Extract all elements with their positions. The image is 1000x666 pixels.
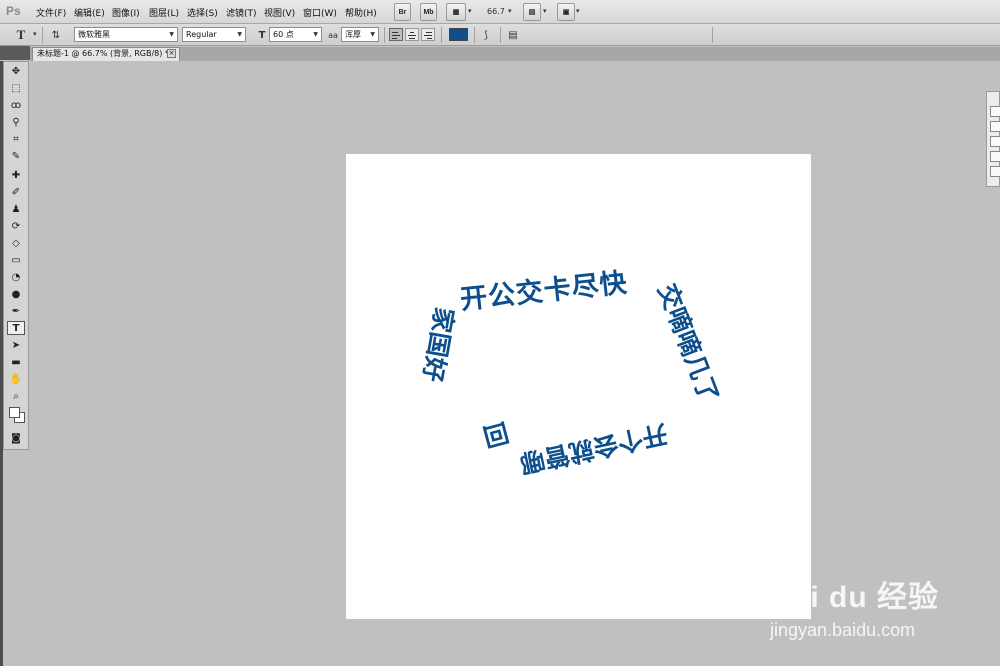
font-size-value: 60 点 xyxy=(273,30,294,39)
font-family-select[interactable]: 微软雅黑 ▼ xyxy=(74,27,178,42)
panel-icon[interactable] xyxy=(990,106,1000,117)
menu-layer[interactable]: 图层(L) xyxy=(149,6,179,19)
menu-select[interactable]: 选择(S) xyxy=(187,6,218,19)
screen-mode-button[interactable]: ▣ xyxy=(557,3,575,21)
blur-tool-icon[interactable]: ◔ xyxy=(7,271,25,285)
menu-image[interactable]: 图像(I) xyxy=(112,6,140,19)
eraser-tool-icon[interactable]: ◇ xyxy=(7,237,25,251)
panel-icon[interactable] xyxy=(990,136,1000,147)
baidu-jingyan-watermark: Bai du 经验 jingyan.baidu.com xyxy=(770,560,1000,666)
antialias-icon: aa xyxy=(328,30,338,40)
canvas-text-line-left[interactable]: 家国好 xyxy=(416,305,464,385)
arrange-icon: ▤ xyxy=(528,9,536,16)
divider xyxy=(474,27,475,43)
menu-file[interactable]: 文件(F) xyxy=(36,6,66,19)
canvas-text-line-right[interactable]: 交嘀嘀几了 xyxy=(650,278,728,408)
watermark-brand: Bai du 经验 xyxy=(770,581,940,614)
warp-text-icon[interactable]: ⟆ xyxy=(479,27,493,43)
text-color-swatch[interactable] xyxy=(449,28,468,41)
quick-select-tool-icon[interactable]: ⚲ xyxy=(7,116,25,130)
hand-tool-icon[interactable]: ✋ xyxy=(7,373,25,387)
chevron-down-icon[interactable]: ▾ xyxy=(508,7,512,15)
toolbox: ✥ ⬚ ꝏ ⚲ ⌗ ✎ ✚ ✐ ♟ ⟳ ◇ ▭ ◔ ● ✒ T ➤ ▬ ✋ ⌕ … xyxy=(3,61,29,450)
zoom-level[interactable]: 66.7 xyxy=(487,7,505,16)
font-style-value: Regular xyxy=(186,30,217,39)
crop-tool-icon[interactable]: ⌗ xyxy=(7,133,25,147)
type-tool-icon[interactable]: T xyxy=(7,321,25,335)
font-size-icon: T xyxy=(258,29,266,41)
text-orientation-icon[interactable]: ⇅ xyxy=(49,27,63,43)
chevron-down-icon[interactable]: ▾ xyxy=(576,7,580,15)
options-bar: T ▾ ⇅ 微软雅黑 ▼ Regular ▼ T 60 点 ▼ aa 浑厚 ▼ … xyxy=(0,24,1000,46)
panel-icon[interactable] xyxy=(990,166,1000,177)
align-center-button[interactable] xyxy=(405,28,419,41)
panel-icon[interactable] xyxy=(990,151,1000,162)
clone-stamp-tool-icon[interactable]: ♟ xyxy=(7,203,25,217)
healing-brush-tool-icon[interactable]: ✚ xyxy=(7,169,25,183)
screen-mode-icon: ▣ xyxy=(562,9,570,16)
divider xyxy=(42,27,43,43)
chevron-down-icon: ▼ xyxy=(313,31,318,38)
foreground-color-swatch[interactable] xyxy=(9,407,20,418)
panel-icon[interactable] xyxy=(990,121,1000,132)
photoshop-logo: Ps xyxy=(6,4,21,18)
canvas-text-line-top[interactable]: 开公交卡尽快 xyxy=(458,260,629,316)
marquee-tool-icon[interactable]: ⬚ xyxy=(7,82,25,96)
menu-bar: Ps 文件(F) 编辑(E) 图像(I) 图层(L) 选择(S) 滤镜(T) 视… xyxy=(0,0,1000,24)
pen-tool-icon[interactable]: ✒ xyxy=(7,305,25,319)
divider xyxy=(384,27,385,43)
canvas-text-line-bottom-left[interactable]: 回 xyxy=(480,415,513,456)
font-style-select[interactable]: Regular ▼ xyxy=(182,27,246,42)
canvas-text-line-bottom[interactable]: 开个会就管哪 xyxy=(517,417,671,483)
watermark-url: jingyan.baidu.com xyxy=(770,620,916,640)
chevron-down-icon: ▼ xyxy=(237,31,242,38)
menu-window[interactable]: 窗口(W) xyxy=(303,6,337,19)
quick-mask-icon[interactable]: ◙ xyxy=(7,432,25,446)
close-icon[interactable]: × xyxy=(167,49,176,58)
dodge-tool-icon[interactable]: ● xyxy=(7,288,25,302)
document-tab-title: 未标题-1 @ 66.7% (背景, RGB/8) * xyxy=(37,49,169,58)
eyedropper-tool-icon[interactable]: ✎ xyxy=(7,150,25,164)
bridge-button[interactable]: Br xyxy=(394,3,411,21)
font-size-select[interactable]: 60 点 ▼ xyxy=(269,27,322,42)
chevron-down-icon[interactable]: ▾ xyxy=(543,7,547,15)
move-tool-icon[interactable]: ✥ xyxy=(7,65,25,79)
font-family-value: 微软雅黑 xyxy=(78,30,110,39)
path-select-tool-icon[interactable]: ➤ xyxy=(7,339,25,353)
divider xyxy=(441,27,442,43)
chevron-down-icon[interactable]: ▾ xyxy=(468,7,472,15)
menu-edit[interactable]: 编辑(E) xyxy=(74,6,105,19)
menu-filter[interactable]: 滤镜(T) xyxy=(226,6,257,19)
gradient-tool-icon[interactable]: ▭ xyxy=(7,254,25,268)
collapsed-panel-dock[interactable] xyxy=(986,91,1000,187)
arrange-documents-button[interactable]: ▤ xyxy=(523,3,541,21)
history-brush-tool-icon[interactable]: ⟳ xyxy=(7,220,25,234)
divider xyxy=(712,27,713,43)
view-extras-button[interactable]: ▦ xyxy=(446,3,466,21)
chevron-down-icon: ▼ xyxy=(370,31,375,38)
document-canvas[interactable]: 开公交卡尽快 交嘀嘀几了 开个会就管哪 回 家国好 xyxy=(346,154,811,619)
minibridge-button[interactable]: Mb xyxy=(420,3,437,21)
lasso-tool-icon[interactable]: ꝏ xyxy=(7,99,25,113)
menu-view[interactable]: 视图(V) xyxy=(264,6,295,19)
antialias-select[interactable]: 浑厚 ▼ xyxy=(341,27,379,42)
align-right-button[interactable] xyxy=(421,28,435,41)
toolbox-header[interactable] xyxy=(0,46,30,60)
divider xyxy=(500,27,501,43)
align-left-button[interactable] xyxy=(389,28,403,41)
character-panel-icon[interactable]: ▤ xyxy=(506,27,520,43)
zoom-tool-icon[interactable]: ⌕ xyxy=(7,390,25,404)
document-tab[interactable]: 未标题-1 @ 66.7% (背景, RGB/8) * × xyxy=(32,47,180,61)
chevron-down-icon[interactable]: ▾ xyxy=(33,30,37,38)
menu-help[interactable]: 帮助(H) xyxy=(345,6,377,19)
brush-tool-icon[interactable]: ✐ xyxy=(7,186,25,200)
shape-tool-icon[interactable]: ▬ xyxy=(7,356,25,370)
type-tool-preset-icon[interactable]: T xyxy=(12,27,30,43)
antialias-value: 浑厚 xyxy=(345,30,361,39)
chevron-down-icon: ▼ xyxy=(169,31,174,38)
view-extras-icon: ▦ xyxy=(452,9,460,16)
